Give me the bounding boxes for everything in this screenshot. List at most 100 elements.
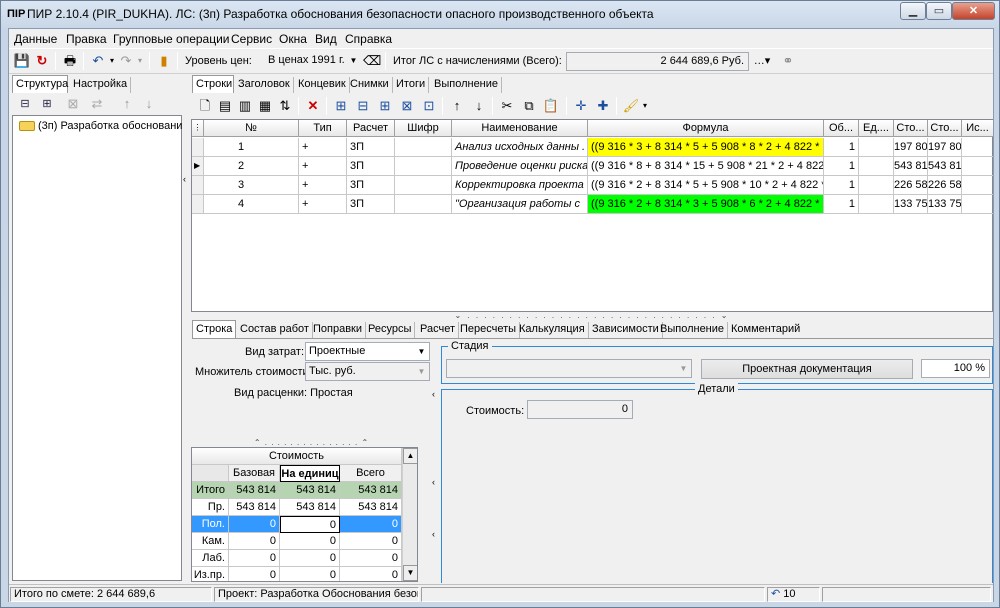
multiplier-select[interactable]: Тыс. руб. ▼	[305, 362, 430, 381]
cost-table-scrollbar[interactable]: ▲ ▼	[402, 448, 417, 581]
cell-code[interactable]	[395, 138, 452, 157]
fill-color-dropdown-icon[interactable]: ▾	[636, 97, 654, 115]
current-row-indicator-icon[interactable]: ▶	[192, 157, 204, 176]
cell-num[interactable]: 4	[204, 195, 299, 214]
grid-corner-icon[interactable]: ⋮	[192, 120, 204, 137]
cell-code[interactable]	[395, 157, 452, 176]
more-options-icon[interactable]: …▾	[753, 52, 771, 70]
menu-help[interactable]: Справка	[345, 32, 392, 46]
cell-cost1[interactable]: 197 80	[894, 138, 928, 157]
cost-cell-unit[interactable]: 543 814	[280, 499, 340, 516]
cost-cell-unit[interactable]: 0	[280, 533, 340, 550]
cost-cell-unit[interactable]: 0	[280, 516, 340, 533]
insert-section-icon[interactable]: ▥	[236, 97, 254, 115]
collapse-left-icon[interactable]: ‹	[432, 477, 439, 491]
menu-service[interactable]: Сервис	[231, 32, 272, 46]
print-icon[interactable]: 🖶	[61, 52, 79, 70]
tab-header[interactable]: Заголовок	[235, 77, 294, 93]
save-icon[interactable]: 💾	[13, 52, 31, 70]
cell-cost1[interactable]: 226 58	[894, 176, 928, 195]
stage-select[interactable]: ▼	[446, 359, 692, 378]
cell-unit[interactable]	[859, 157, 894, 176]
col-header-num[interactable]: №	[204, 120, 299, 137]
cell-num[interactable]: 1	[204, 138, 299, 157]
cell-unit[interactable]	[859, 176, 894, 195]
close-button[interactable]: ✕	[952, 2, 995, 20]
status-undo[interactable]: ↶ 10	[767, 587, 820, 602]
menu-group-ops[interactable]: Групповые операции	[113, 32, 230, 46]
collapse-left-icon[interactable]: ‹	[432, 529, 439, 543]
cell-exec[interactable]	[962, 195, 993, 214]
cost-type-select[interactable]: Проектные ▼	[305, 342, 430, 361]
cell-formula[interactable]: ((9 316 * 8 + 8 314 * 15 + 5 908 * 21 * …	[588, 157, 824, 176]
cell-type[interactable]: +	[299, 195, 347, 214]
cell-cost2[interactable]: 197 80	[928, 138, 962, 157]
collapse-left-icon[interactable]: ‹	[432, 389, 439, 403]
tab-calculation[interactable]: Расчет	[417, 322, 459, 338]
cost-cell-base[interactable]: 543 814	[229, 482, 280, 499]
cell-calc[interactable]: 3П	[347, 195, 395, 214]
row-indicator[interactable]	[192, 138, 204, 157]
cell-qty[interactable]: 1	[824, 157, 859, 176]
cell-qty[interactable]: 1	[824, 176, 859, 195]
cost-cell-total[interactable]: 0	[340, 533, 402, 550]
cost-col-header-base[interactable]: Базовая	[229, 465, 280, 482]
cost-cell-unit[interactable]: 543 814	[280, 482, 340, 499]
cell-qty[interactable]: 1	[824, 138, 859, 157]
cell-unit[interactable]	[859, 138, 894, 157]
tab-structure[interactable]: Структура	[12, 75, 68, 93]
arrow-down-icon[interactable]: ↓	[140, 95, 158, 113]
menu-view[interactable]: Вид	[315, 32, 337, 46]
price-level-select[interactable]: В ценах 1991 г. ▼	[265, 52, 361, 71]
title-bar[interactable]: ПІР ПИР 2.10.4 (PIR_DUKHA). ЛС: (3п) Раз…	[1, 1, 999, 27]
delete-icon[interactable]: ✕	[304, 97, 322, 115]
new-row-icon[interactable]: 🗋	[196, 97, 214, 115]
scroll-down-icon[interactable]: ▼	[403, 565, 417, 581]
cell-cost2[interactable]: 226 58	[928, 176, 962, 195]
tab-comment[interactable]: Комментарий	[728, 322, 803, 338]
tab-resources[interactable]: Ресурсы	[365, 322, 416, 338]
cell-unit[interactable]	[859, 195, 894, 214]
expand-icon[interactable]: ✛	[572, 97, 590, 115]
col-header-unit[interactable]: Ед....	[859, 120, 894, 137]
arrow-up-icon[interactable]: ↑	[118, 95, 136, 113]
tab-execution[interactable]: Выполнение	[431, 77, 503, 93]
cost-cell-total[interactable]: 0	[340, 516, 402, 533]
cost-col-header-total[interactable]: Всего	[340, 465, 402, 482]
row-indicator[interactable]	[192, 195, 204, 214]
tab-row[interactable]: Строка	[192, 320, 236, 338]
cell-num[interactable]: 2	[204, 157, 299, 176]
col-header-qty[interactable]: Об...	[824, 120, 859, 137]
insert-doc-icon[interactable]: ▦	[256, 97, 274, 115]
cost-cell-base[interactable]: 543 814	[229, 499, 280, 516]
cell-type[interactable]: +	[299, 138, 347, 157]
scroll-up-icon[interactable]: ▲	[403, 448, 417, 464]
cell-cost2[interactable]: 543 81	[928, 157, 962, 176]
cell-formula[interactable]: ((9 316 * 2 + 8 314 * 3 + 5 908 * 6 * 2 …	[588, 195, 824, 214]
tab-corrections[interactable]: Поправки	[310, 322, 367, 338]
col-header-exec[interactable]: Ис...	[962, 120, 993, 137]
cell-calc[interactable]: 3П	[347, 157, 395, 176]
menu-edit[interactable]: Правка	[66, 32, 107, 46]
redo-dropdown-icon[interactable]: ▾	[131, 52, 149, 70]
project-documentation-button[interactable]: Проектная документация	[701, 359, 913, 379]
row-indicator[interactable]	[192, 176, 204, 195]
expand-all-icon[interactable]: ⊞	[38, 95, 56, 113]
cell-formula[interactable]: ((9 316 * 2 + 8 314 * 5 + 5 908 * 10 * 2…	[588, 176, 824, 195]
split-icon[interactable]: ⊡	[420, 97, 438, 115]
cost-cell-base[interactable]: 0	[229, 533, 280, 550]
insert-column-icon[interactable]: ⊟	[354, 97, 372, 115]
cell-calc[interactable]: 3П	[347, 138, 395, 157]
cut-icon[interactable]: ✂	[498, 97, 516, 115]
cell-exec[interactable]	[962, 138, 993, 157]
cell-formula[interactable]: ((9 316 * 3 + 8 314 * 5 + 5 908 * 8 * 2 …	[588, 138, 824, 157]
cost-cell-total[interactable]: 0	[340, 550, 402, 567]
tab-costing[interactable]: Калькуляция	[516, 322, 589, 338]
exit-icon[interactable]: ▮	[155, 52, 173, 70]
move-node-icon[interactable]: ⇄	[88, 95, 106, 113]
menu-data[interactable]: Данные	[14, 32, 57, 46]
tab-dependencies[interactable]: Зависимости	[589, 322, 663, 338]
cost-cell-total[interactable]: 543 814	[340, 482, 402, 499]
cost-cell-total[interactable]: 0	[340, 567, 402, 581]
refresh-icon[interactable]: ↻	[33, 52, 51, 70]
